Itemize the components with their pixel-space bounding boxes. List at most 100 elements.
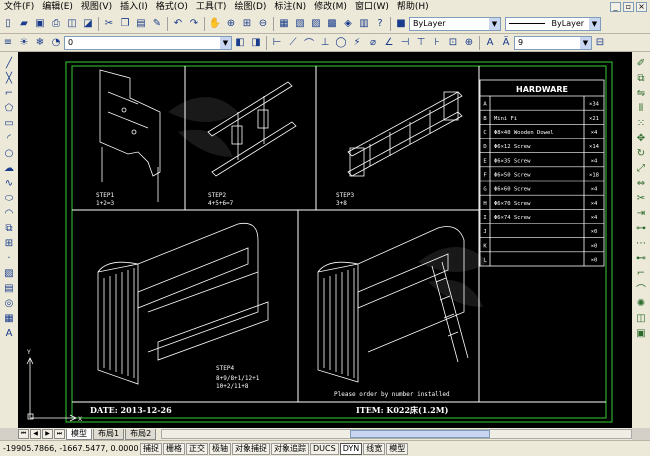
preview-icon[interactable]: ◫	[65, 17, 79, 31]
extend-icon[interactable]: ⇥	[635, 207, 648, 220]
dim-edit-icon[interactable]: A	[483, 36, 497, 50]
aligned-dimension-icon[interactable]: ⟋	[286, 36, 300, 50]
markup-icon[interactable]: ◈	[341, 17, 355, 31]
calculator-icon[interactable]: ▥	[357, 17, 371, 31]
circle-icon[interactable]: ○	[3, 147, 16, 160]
zoom-previous-icon[interactable]: ⊖	[256, 17, 270, 31]
angular-icon[interactable]: ∠	[382, 36, 396, 50]
layer-select[interactable]: 0 ▼	[64, 35, 232, 50]
layer-color-select[interactable]: ByLayer ▼	[409, 16, 501, 31]
hatch-icon[interactable]: ▨	[3, 267, 16, 280]
radius-icon[interactable]: ◯	[334, 36, 348, 50]
diameter-icon[interactable]: ⌀	[366, 36, 380, 50]
dim-text-edit-icon[interactable]: Ä	[499, 36, 513, 50]
ellipse-icon[interactable]: ⬭	[3, 192, 16, 205]
gradient-icon[interactable]: ▤	[3, 282, 16, 295]
construction-line-icon[interactable]: ╳	[3, 72, 16, 85]
explode-icon[interactable]: ✺	[635, 297, 648, 310]
layer-freeze-icon[interactable]: ❄	[33, 36, 47, 50]
layer-tool-icon[interactable]: ◫	[635, 312, 648, 325]
region-icon[interactable]: ◎	[3, 297, 16, 310]
menu-window[interactable]: 窗口(W)	[351, 0, 393, 14]
copy-icon[interactable]: ❐	[118, 17, 132, 31]
next-tab-icon[interactable]: ▶	[42, 429, 53, 439]
line-icon[interactable]: ╱	[3, 57, 16, 70]
design-center-icon[interactable]: ▧	[293, 17, 307, 31]
menu-insert[interactable]: 插入(I)	[116, 0, 152, 14]
drawing-canvas[interactable]: STEP1 1+2=3 STEP2 4+5+6=7 STEP3 3+8 STEP…	[18, 52, 632, 428]
sheet-set-icon[interactable]: ▩	[325, 17, 339, 31]
chamfer-icon[interactable]: ⌐	[635, 267, 648, 280]
publish-icon[interactable]: ◪	[81, 17, 95, 31]
horizontal-scrollbar[interactable]	[161, 429, 632, 439]
revision-cloud-icon[interactable]: ☁	[3, 162, 16, 175]
print-icon[interactable]: ⎙	[49, 17, 63, 31]
pan-icon[interactable]: ✋	[208, 17, 222, 31]
cut-icon[interactable]: ✂	[102, 17, 116, 31]
stretch-icon[interactable]: ⇔	[635, 177, 648, 190]
trim-icon[interactable]: ✂	[635, 192, 648, 205]
lineweight-toggle[interactable]: 线宽	[363, 442, 386, 455]
polygon-icon[interactable]: ⬠	[3, 102, 16, 115]
spline-icon[interactable]: ∿	[3, 177, 16, 190]
zoom-window-icon[interactable]: ⊞	[240, 17, 254, 31]
prev-tab-icon[interactable]: ◀	[30, 429, 41, 439]
help-icon[interactable]: ?	[373, 17, 387, 31]
menu-help[interactable]: 帮助(H)	[393, 0, 433, 14]
scale-icon[interactable]: ⤢	[635, 162, 648, 175]
tab-layout1[interactable]: 布局1	[93, 428, 125, 440]
jogged-icon[interactable]: ⚡	[350, 36, 364, 50]
minimize-icon[interactable]: _	[610, 2, 621, 12]
restore-icon[interactable]: ▫	[623, 2, 634, 12]
save-icon[interactable]: ▣	[33, 17, 47, 31]
multiline-text-icon[interactable]: A	[3, 327, 16, 340]
menu-edit[interactable]: 编辑(E)	[38, 0, 77, 14]
menu-file[interactable]: 文件(F)	[0, 0, 38, 14]
continue-icon[interactable]: ⊦	[430, 36, 444, 50]
layer-manager-icon[interactable]: ≡	[1, 36, 15, 50]
first-tab-icon[interactable]: ⏮	[18, 429, 29, 439]
menu-tools[interactable]: 工具(T)	[192, 0, 231, 14]
osnap-toggle[interactable]: 对象捕捉	[232, 442, 270, 455]
polar-toggle[interactable]: 极轴	[209, 442, 231, 455]
rectangle-icon[interactable]: ▭	[3, 117, 16, 130]
make-current-layer-icon[interactable]: ◧	[233, 36, 247, 50]
menu-draw[interactable]: 绘图(D)	[230, 0, 270, 14]
break-at-point-icon[interactable]: ⊶	[635, 222, 648, 235]
linetype-select[interactable]: ByLayer ▼	[505, 16, 601, 31]
tool-palettes-icon[interactable]: ▨	[309, 17, 323, 31]
model-toggle[interactable]: 模型	[386, 442, 409, 455]
ordinate-icon[interactable]: ⊥	[318, 36, 332, 50]
polyline-icon[interactable]: ⌐	[3, 87, 16, 100]
properties-icon[interactable]: ▦	[277, 17, 291, 31]
text-height-select[interactable]: 9 ▼	[514, 35, 592, 50]
move-icon[interactable]: ✥	[635, 132, 648, 145]
mirror-icon[interactable]: ⇋	[635, 87, 648, 100]
layer-lock-icon[interactable]: ◔	[49, 36, 63, 50]
baseline-icon[interactable]: ⊤	[414, 36, 428, 50]
break-icon[interactable]: ⋯	[635, 237, 648, 250]
make-block-icon[interactable]: ⊞	[3, 237, 16, 250]
otrack-toggle[interactable]: 对象追踪	[271, 442, 309, 455]
rotate-icon[interactable]: ↻	[635, 147, 648, 160]
last-tab-icon[interactable]: ⏭	[54, 429, 65, 439]
tab-model[interactable]: 模型	[66, 428, 92, 440]
close-icon[interactable]: ×	[636, 2, 647, 12]
menu-format[interactable]: 格式(O)	[152, 0, 192, 14]
grid-toggle[interactable]: 栅格	[163, 442, 185, 455]
array-icon[interactable]: ⁙	[635, 117, 648, 130]
erase-icon[interactable]: ✐	[635, 57, 648, 70]
insert-block-icon[interactable]: ⧉	[3, 222, 16, 235]
undo-icon[interactable]: ↶	[171, 17, 185, 31]
dim-style-icon[interactable]: ⊟	[593, 36, 607, 50]
menu-dimension[interactable]: 标注(N)	[270, 0, 310, 14]
arc-length-icon[interactable]: ⌒	[302, 36, 316, 50]
center-mark-icon[interactable]: ⊕	[462, 36, 476, 50]
match-properties-icon[interactable]: ✎	[150, 17, 164, 31]
offset-icon[interactable]: ⫴	[635, 102, 648, 115]
new-file-icon[interactable]: ▯	[1, 17, 15, 31]
layer-on-icon[interactable]: ☀	[17, 36, 31, 50]
ducs-toggle[interactable]: DUCS	[310, 442, 339, 455]
ortho-toggle[interactable]: 正交	[186, 442, 208, 455]
fillet-icon[interactable]: ⌒	[635, 282, 648, 296]
